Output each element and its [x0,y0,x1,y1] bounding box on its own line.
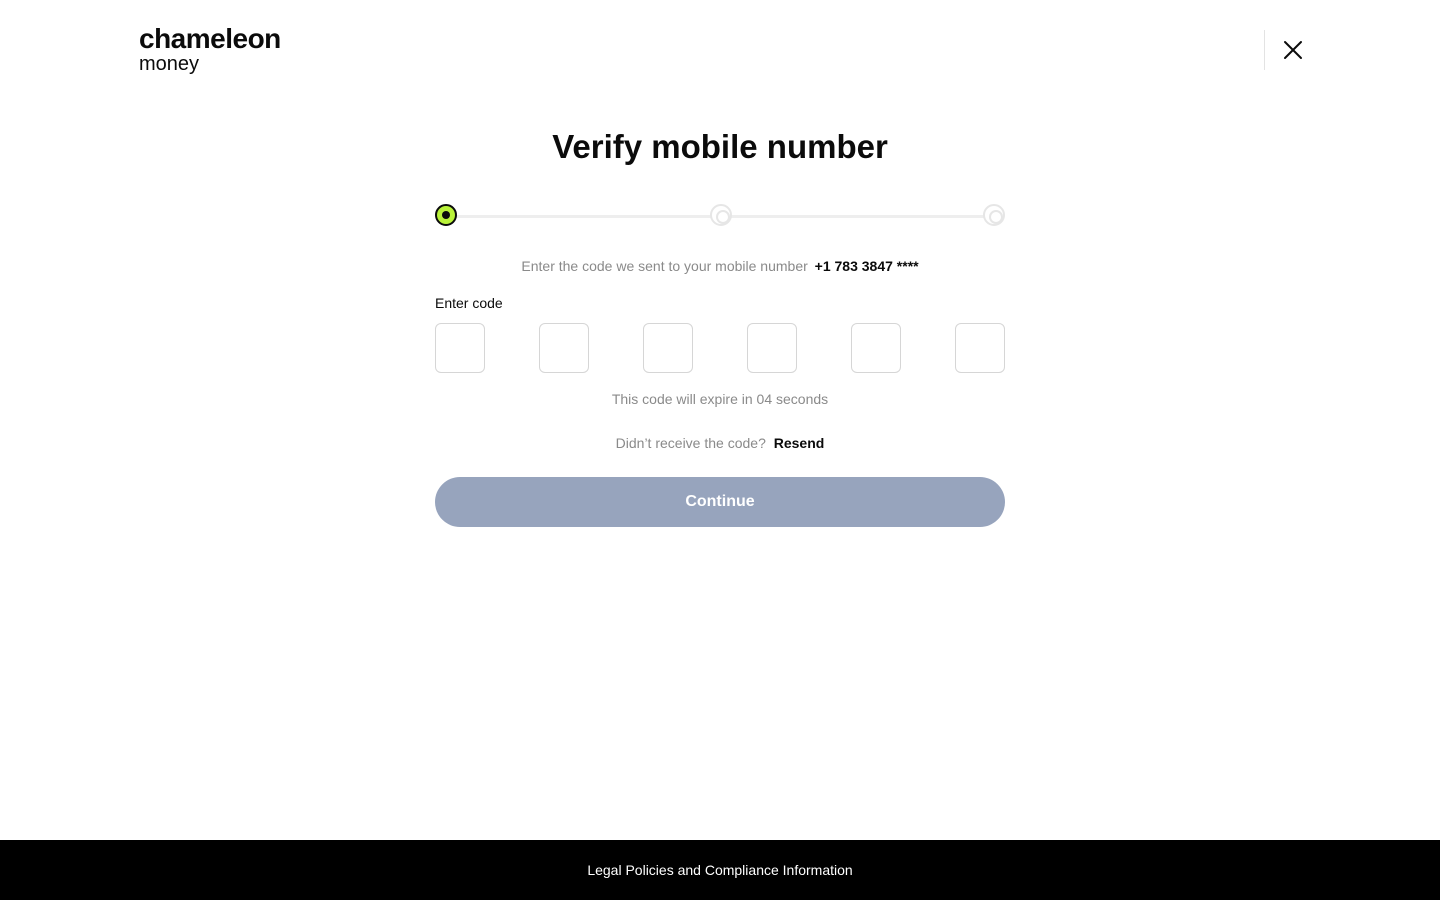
verify-mobile-page: chameleon money Verify mobile number Ent… [0,0,1440,900]
legal-policies-link[interactable]: Legal Policies and Compliance Informatio… [587,862,852,878]
close-icon [1284,41,1302,59]
code-digit-2[interactable] [539,323,589,373]
brand-logo[interactable]: chameleon money [139,23,281,75]
resend-row: Didn’t receive the code? Resend [0,435,1440,451]
resend-link[interactable]: Resend [774,435,825,451]
code-digit-3[interactable] [643,323,693,373]
continue-button[interactable]: Continue [435,477,1005,527]
masked-phone-number: +1 783 3847 **** [814,258,919,274]
progress-stepper [435,204,1005,228]
code-digit-4[interactable] [747,323,797,373]
step-2-indicator [710,204,732,226]
header-divider [1264,30,1265,70]
logo-wordmark-top: chameleon [139,23,281,54]
instruction-text: Enter the code we sent to your mobile nu… [0,258,1440,274]
logo-wordmark-bottom: money [139,53,200,75]
page-title: Verify mobile number [552,128,888,165]
code-label: Enter code [435,295,503,311]
close-button[interactable] [1280,37,1306,63]
resend-prompt: Didn’t receive the code? [615,435,766,451]
step-1-indicator-active [435,204,457,226]
otp-code-inputs [435,323,1005,373]
code-digit-6[interactable] [955,323,1005,373]
code-digit-5[interactable] [851,323,901,373]
code-expiry-text: This code will expire in 04 seconds [611,391,829,407]
step-3-indicator [983,204,1005,226]
instruction-label: Enter the code we sent to your mobile nu… [521,258,808,274]
code-digit-1[interactable] [435,323,485,373]
footer: Legal Policies and Compliance Informatio… [0,840,1440,900]
